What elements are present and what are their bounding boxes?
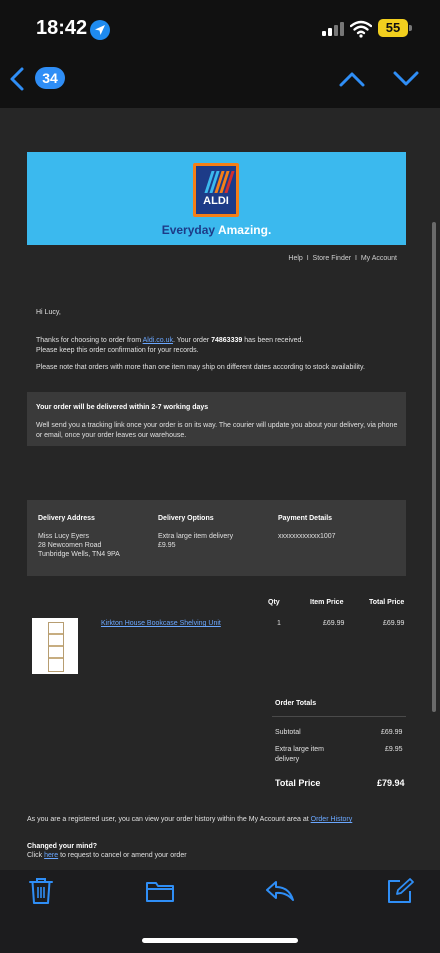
reply-icon[interactable] bbox=[265, 879, 295, 908]
order-totals-heading: Order Totals bbox=[275, 700, 317, 707]
battery-tip bbox=[409, 25, 412, 31]
my-account-link[interactable]: My Account bbox=[361, 255, 397, 262]
aldi-site-link[interactable]: Aldi.co.uk bbox=[143, 337, 173, 344]
product-item-price: £69.99 bbox=[323, 620, 345, 627]
location-arrow-icon bbox=[90, 20, 110, 40]
total-price-label: Total Price bbox=[275, 778, 321, 788]
back-chevron-icon[interactable] bbox=[8, 66, 26, 97]
store-finder-link[interactable]: Store Finder bbox=[313, 255, 352, 262]
address-heading: Delivery Address bbox=[38, 515, 95, 522]
status-bar: 18:42 55 bbox=[0, 0, 440, 58]
subtotal-value: £69.99 bbox=[381, 729, 403, 736]
status-time: 18:42 bbox=[36, 17, 88, 39]
product-name-link[interactable]: Kirkton House Bookcase Shelving Unit bbox=[101, 619, 221, 629]
product-total-price: £69.99 bbox=[383, 620, 405, 627]
delivery-fee-value: £9.95 bbox=[385, 746, 403, 753]
order-history-link[interactable]: Order History bbox=[311, 816, 353, 823]
battery-level: 55 bbox=[378, 19, 408, 37]
mail-nav-bar bbox=[0, 58, 440, 108]
total-price-value: £79.94 bbox=[377, 778, 405, 788]
address-line-3: Tunbridge Wells, TN4 9PA bbox=[38, 551, 120, 558]
order-number: 74863339 bbox=[211, 337, 243, 344]
aldi-logo-text: ALDI bbox=[203, 195, 229, 207]
unread-count-badge[interactable]: 34 bbox=[35, 67, 65, 89]
help-link[interactable]: Help bbox=[288, 255, 302, 262]
item-price-header: Item Price bbox=[310, 599, 344, 606]
email-top-links: Help I Store Finder I My Account bbox=[288, 255, 397, 262]
trash-icon[interactable] bbox=[28, 877, 54, 910]
cellular-signal-icon bbox=[322, 22, 346, 36]
previous-message-chevron-icon[interactable] bbox=[338, 70, 366, 93]
total-price-header: Total Price bbox=[369, 599, 405, 606]
home-indicator[interactable] bbox=[142, 938, 298, 943]
cancel-amend-link[interactable]: here bbox=[44, 852, 58, 859]
delivery-text: Well send you a tracking link once your … bbox=[36, 422, 398, 439]
stock-note: Please note that orders with more than o… bbox=[36, 364, 365, 371]
scrollbar[interactable] bbox=[432, 222, 436, 712]
delivery-heading: Your order will be delivered within 2-7 … bbox=[36, 404, 209, 411]
changed-mind-text: Click here to request to cancel or amend… bbox=[27, 852, 187, 859]
payment-heading: Payment Details bbox=[278, 515, 333, 522]
product-qty: 1 bbox=[277, 620, 281, 627]
wifi-icon bbox=[349, 20, 373, 43]
compose-icon[interactable] bbox=[386, 877, 414, 910]
order-history-note: As you are a registered user, you can vi… bbox=[27, 816, 353, 823]
delivery-fee-label: Extra large item delivery bbox=[275, 746, 325, 763]
options-line-2: £9.95 bbox=[158, 542, 176, 549]
aldi-logo: ALDI bbox=[193, 163, 239, 217]
aldi-logo-stripes bbox=[202, 171, 235, 193]
product-image[interactable] bbox=[32, 618, 78, 674]
greeting: Hi Lucy, bbox=[36, 309, 61, 316]
folder-icon[interactable] bbox=[145, 879, 175, 908]
totals-divider bbox=[272, 716, 406, 717]
next-message-chevron-icon[interactable] bbox=[392, 70, 420, 93]
aldi-tagline: Everyday Amazing. bbox=[161, 223, 272, 237]
subtotal-label: Subtotal bbox=[275, 729, 301, 736]
payment-card: xxxxxxxxxxxx1007 bbox=[278, 533, 336, 540]
intro-paragraph: Thanks for choosing to order from Aldi.c… bbox=[36, 337, 304, 354]
options-heading: Delivery Options bbox=[158, 515, 214, 522]
qty-header: Qty bbox=[268, 599, 280, 606]
